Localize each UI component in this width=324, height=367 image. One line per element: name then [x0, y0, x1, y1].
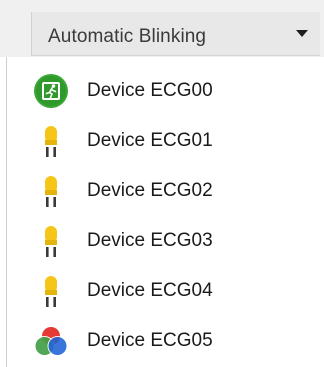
device-item-ecg02[interactable]: Device ECG02 [7, 167, 323, 215]
device-list-panel: Device ECG00 Device ECG01 Device ECG02 D… [6, 57, 324, 367]
device-label: Device ECG04 [87, 280, 213, 301]
bulb-icon [45, 126, 57, 157]
dropdown-divider [31, 12, 32, 56]
chevron-down-icon[interactable] [296, 30, 308, 37]
device-item-ecg03[interactable]: Device ECG03 [7, 217, 323, 265]
device-label: Device ECG00 [87, 80, 213, 101]
device-item-ecg04[interactable]: Device ECG04 [7, 267, 323, 315]
rgb-light-icon [34, 326, 68, 356]
bulb-icon [45, 276, 57, 307]
dropdown-selected-value: Automatic Blinking [48, 26, 207, 47]
mode-dropdown[interactable]: Automatic Blinking [31, 12, 320, 56]
device-label: Device ECG01 [87, 130, 213, 151]
device-label: Device ECG05 [87, 330, 213, 351]
device-item-ecg00[interactable]: Device ECG00 [7, 67, 323, 115]
device-label: Device ECG03 [87, 230, 213, 251]
bulb-icon [45, 226, 57, 257]
device-item-ecg05[interactable]: Device ECG05 [7, 317, 323, 365]
exit-sign-icon [34, 74, 68, 108]
bulb-icon [45, 176, 57, 207]
device-label: Device ECG02 [87, 180, 213, 201]
device-item-ecg01[interactable]: Device ECG01 [7, 117, 323, 165]
